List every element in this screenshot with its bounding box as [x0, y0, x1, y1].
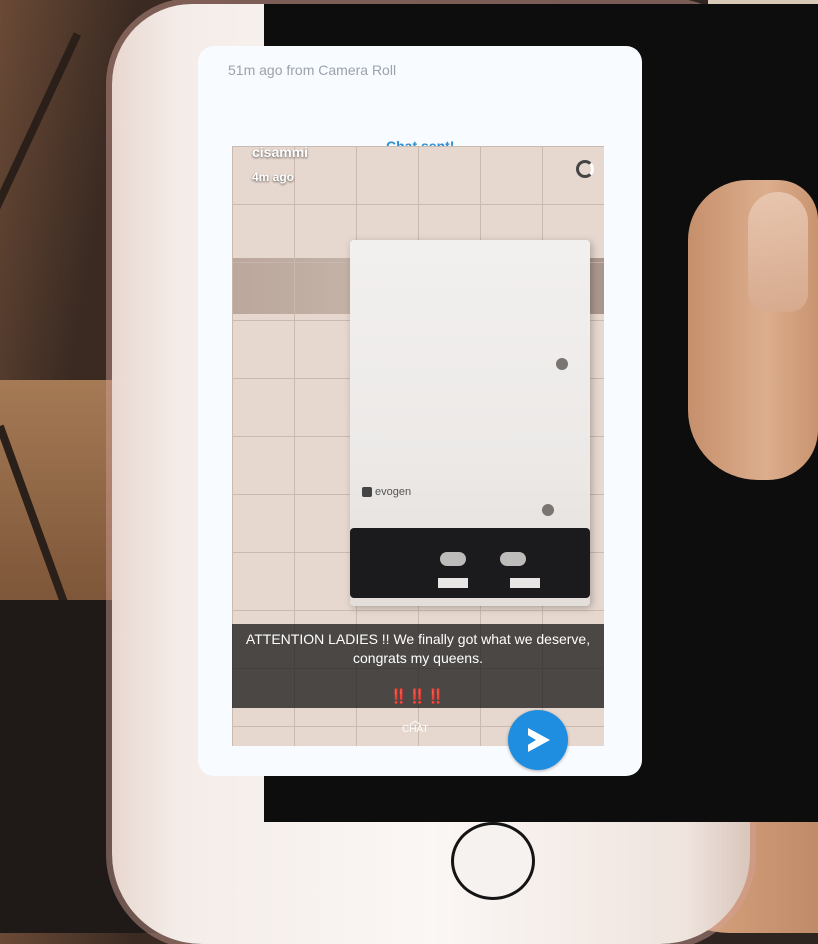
snap-caption: ATTENTION LADIES !! We finally got what … — [232, 624, 604, 684]
dispenser-button — [500, 552, 526, 566]
chevron-up-icon: ︿ — [409, 713, 422, 727]
thumbnail — [748, 192, 808, 312]
dispenser-slot — [510, 578, 540, 588]
snap-caption-emoji: ‼️‼️‼️ — [232, 684, 604, 708]
dispenser-button — [440, 552, 466, 566]
brand-logo-icon — [362, 487, 372, 498]
chat-label: CHAT — [402, 724, 429, 735]
home-button[interactable] — [451, 822, 535, 900]
snap-username: cisammi — [252, 146, 309, 160]
send-button[interactable] — [508, 710, 568, 770]
dispenser-brand: evogen — [362, 486, 411, 498]
dispenser-slot — [438, 578, 468, 588]
brand-name: evogen — [375, 486, 412, 498]
product-dispenser: evogen — [350, 240, 590, 606]
timer-icon — [576, 160, 594, 178]
dispenser-lock-icon — [556, 358, 568, 370]
dispenser-lock-icon — [542, 504, 554, 516]
snap-photo[interactable]: cisammi 4m ago evogen ATTENTION LADIES !… — [232, 146, 604, 746]
background-chair-leg — [0, 32, 82, 308]
snap-preview-card: 51m ago from Camera Roll Chat sent! cisa… — [198, 46, 642, 776]
source-meta: 51m ago from Camera Roll — [228, 62, 397, 78]
chat-swipe[interactable]: ︿ CHAT — [402, 713, 429, 735]
snap-time: 4m ago — [252, 170, 295, 184]
dispenser-panel — [350, 528, 590, 598]
